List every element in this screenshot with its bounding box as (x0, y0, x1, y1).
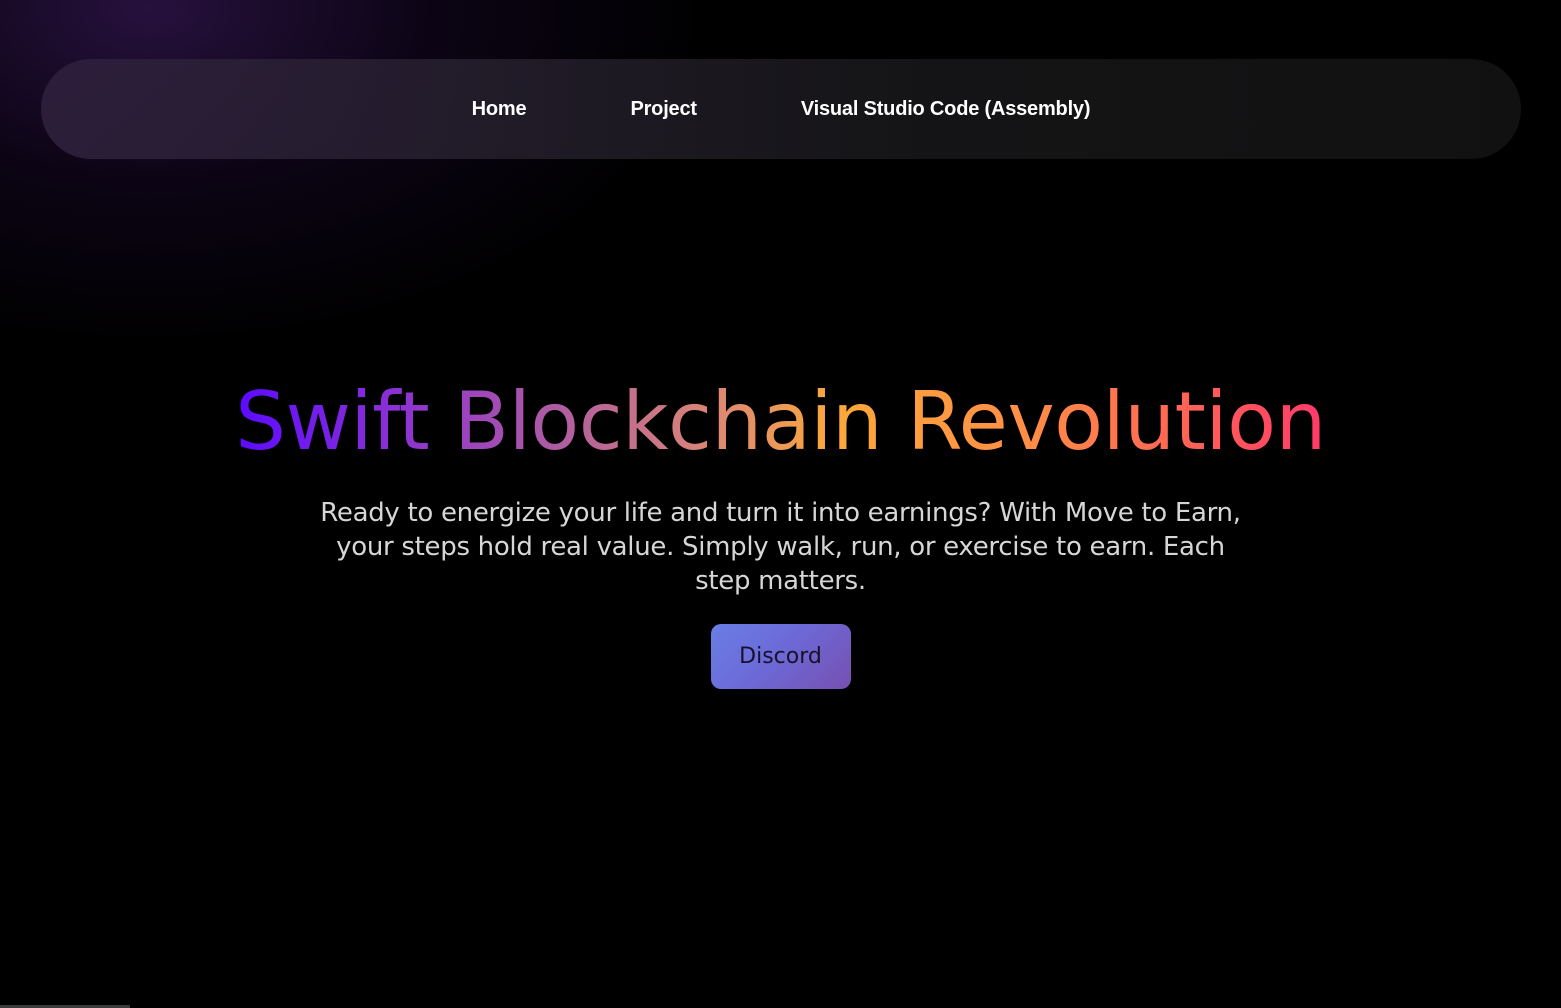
nav-link-visual-studio-code[interactable]: Visual Studio Code (Assembly) (801, 98, 1091, 121)
nav-link-project[interactable]: Project (630, 98, 697, 121)
hero-title: Swift Blockchain Revolution (235, 370, 1326, 474)
top-navbar: Home Project Visual Studio Code (Assembl… (41, 59, 1521, 159)
hero-description: Ready to energize your life and turn it … (320, 498, 1241, 596)
nav-link-home[interactable]: Home (472, 98, 527, 121)
nav-links: Home Project Visual Studio Code (Assembl… (472, 98, 1091, 121)
discord-button[interactable]: Discord (710, 624, 851, 689)
hero-section: Swift Blockchain Revolution Ready to ene… (0, 370, 1561, 689)
